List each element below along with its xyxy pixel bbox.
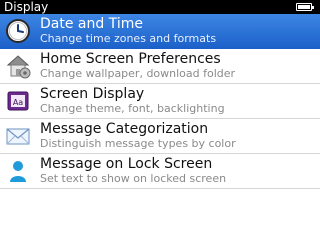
title-bar: Display (0, 0, 320, 14)
person-icon (5, 158, 31, 184)
svg-text:Aa: Aa (13, 98, 23, 107)
item-description: Change time zones and formats (40, 32, 217, 45)
window-title: Display (4, 0, 49, 14)
item-label: Screen Display (40, 86, 145, 102)
list-item-home-screen-preferences[interactable]: Home Screen Preferences Change wallpaper… (0, 49, 320, 84)
clock-icon (5, 18, 31, 44)
list-item-message-on-lock-screen[interactable]: Message on Lock Screen Set text to show … (0, 154, 320, 189)
item-description: Change wallpaper, download folder (40, 67, 236, 80)
item-label: Date and Time (40, 16, 143, 32)
list-item-screen-display[interactable]: Aa Screen Display Change theme, font, ba… (0, 84, 320, 119)
item-description: Distinguish message types by color (40, 137, 236, 150)
list-item-message-categorization[interactable]: Message Categorization Distinguish messa… (0, 119, 320, 154)
item-description: Set text to show on locked screen (40, 172, 227, 185)
item-description: Change theme, font, backlighting (40, 102, 225, 115)
home-screen-icon (5, 53, 31, 79)
list-item-date-and-time[interactable]: Date and Time Change time zones and form… (0, 14, 320, 49)
battery-icon (296, 3, 314, 11)
settings-list: Date and Time Change time zones and form… (0, 14, 320, 189)
item-label: Home Screen Preferences (40, 51, 221, 67)
font-icon: Aa (5, 88, 31, 114)
item-label: Message Categorization (40, 121, 209, 137)
item-label: Message on Lock Screen (40, 156, 213, 172)
envelope-icon (5, 123, 31, 149)
battery-level (298, 5, 310, 9)
